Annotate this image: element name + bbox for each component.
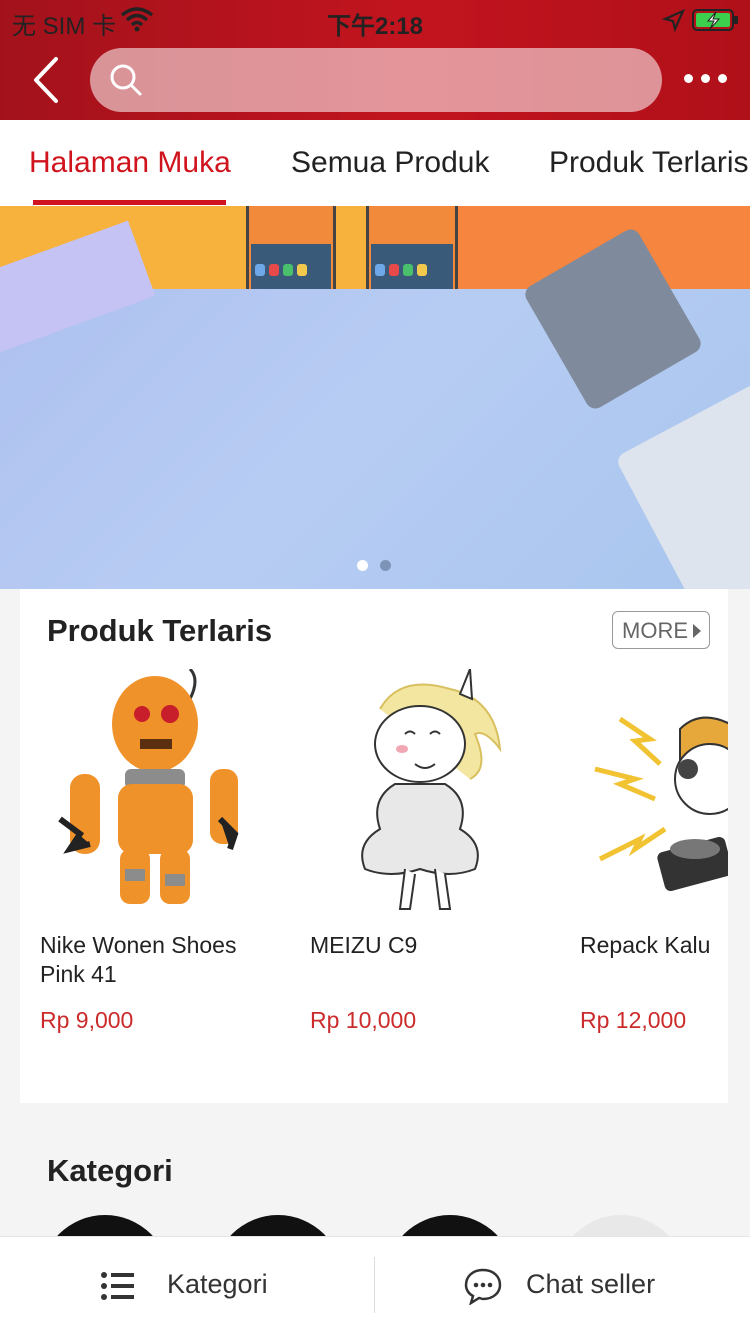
phone-image bbox=[366, 206, 458, 289]
dj-unicorn-sticker-image bbox=[594, 716, 728, 892]
chat-seller-button[interactable]: Chat seller bbox=[375, 1237, 750, 1334]
tab-semua-produk[interactable]: Semua Produk bbox=[291, 146, 489, 180]
list-icon bbox=[101, 1272, 134, 1300]
pager-dot-active bbox=[380, 560, 391, 571]
product-card[interactable]: Nike Wonen Shoes Pink 41 Rp 9,000 bbox=[40, 669, 290, 1069]
product-price: Rp 10,000 bbox=[310, 1007, 417, 1033]
pager-dot bbox=[357, 560, 368, 571]
category-button-label: Kategori bbox=[167, 1269, 268, 1299]
header-bar: 无 SIM 卡 下午2:18 bbox=[0, 0, 750, 120]
more-options-icon[interactable] bbox=[682, 70, 730, 90]
chat-seller-label: Chat seller bbox=[526, 1269, 656, 1299]
best-sellers-section: Produk Terlaris MORE Nike Wonen Shoes Pi… bbox=[20, 589, 728, 1103]
robot-toy-image bbox=[58, 669, 239, 904]
section-title: Produk Terlaris bbox=[47, 613, 273, 648]
product-name: MEIZU C9 bbox=[310, 932, 418, 958]
battery-charging-icon bbox=[692, 9, 738, 31]
active-tab-indicator bbox=[33, 200, 226, 205]
product-price: Rp 12,000 bbox=[580, 1007, 687, 1033]
categories-title: Kategori bbox=[47, 1153, 173, 1188]
product-card[interactable]: MEIZU C9 Rp 10,000 bbox=[310, 669, 560, 1069]
category-button[interactable]: Kategori bbox=[0, 1237, 374, 1334]
product-card[interactable]: Repack Kalu Rp 12,000 bbox=[580, 669, 728, 1069]
more-label: MORE bbox=[622, 618, 688, 643]
banner-hero-image bbox=[0, 220, 750, 589]
search-input[interactable] bbox=[154, 58, 644, 102]
promo-banner[interactable] bbox=[0, 206, 750, 589]
product-name: Nike Wonen Shoes Pink 41 bbox=[40, 932, 237, 987]
unicorn-sticker-image bbox=[361, 669, 502, 910]
status-bar: 无 SIM 卡 下午2:18 bbox=[0, 0, 750, 40]
location-arrow-icon bbox=[662, 8, 686, 32]
more-button[interactable]: MORE bbox=[612, 611, 710, 649]
chat-bubble-icon bbox=[464, 1268, 502, 1305]
store-tabs: Halaman Muka Semua Produk Produk Terlari… bbox=[0, 120, 750, 206]
triangle-right-icon bbox=[693, 624, 701, 638]
status-time: 下午2:18 bbox=[326, 13, 424, 40]
tab-halaman-muka[interactable]: Halaman Muka bbox=[29, 146, 231, 180]
search-bar[interactable] bbox=[90, 48, 662, 112]
back-icon[interactable] bbox=[28, 55, 64, 105]
phone-image bbox=[246, 206, 336, 289]
banner-pagination bbox=[357, 558, 403, 576]
product-price: Rp 9,000 bbox=[40, 1007, 134, 1033]
product-name: Repack Kalu bbox=[580, 932, 711, 958]
search-icon bbox=[110, 64, 142, 96]
tab-produk-terlaris[interactable]: Produk Terlaris bbox=[549, 146, 749, 180]
bottom-action-bar: Kategori Chat seller bbox=[0, 1236, 750, 1334]
